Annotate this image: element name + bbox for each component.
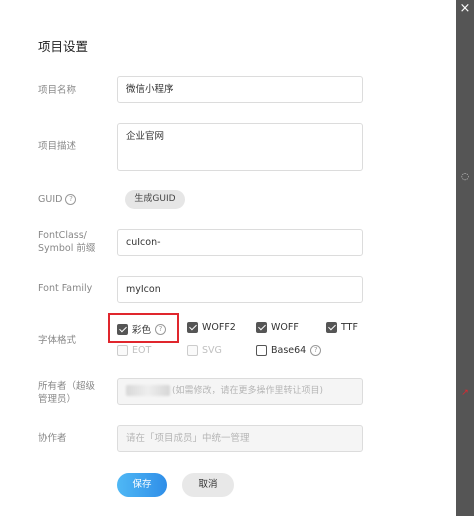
format-eot-label: EOT: [132, 345, 152, 356]
project-name-input[interactable]: 微信小程序: [117, 76, 363, 103]
collaborators-input: 请在「项目成员」中统一管理: [117, 425, 363, 452]
font-class-input[interactable]: cuIcon-: [117, 229, 363, 256]
format-woff2-label: WOFF2: [202, 322, 236, 333]
format-woff-checkbox[interactable]: [256, 322, 267, 333]
background-side-strip: [456, 0, 474, 516]
project-desc-textarea[interactable]: 企业官网: [117, 123, 363, 171]
owner-hint: (如需修改，请在更多操作里转让项目): [172, 386, 324, 396]
collaborators-label: 协作者: [38, 433, 67, 444]
font-class-label-line1: FontClass/: [38, 230, 87, 241]
project-desc-label: 项目描述: [38, 141, 77, 152]
font-family-label: Font Family: [38, 283, 93, 294]
owner-label-line1: 所有者（超级: [38, 381, 96, 392]
font-class-label: FontClass/ Symbol 前缀: [38, 229, 95, 255]
font-class-label-line2: Symbol 前缀: [38, 243, 96, 254]
font-format-label: 字体格式: [38, 335, 77, 346]
format-eot-option: EOT: [117, 345, 151, 356]
format-woff-option[interactable]: WOFF: [256, 322, 299, 333]
format-svg-checkbox: [187, 345, 198, 356]
format-svg-label: SVG: [202, 345, 222, 356]
owner-label-line2: 管理员）: [38, 394, 77, 405]
background-refresh-icon: ◌: [461, 172, 469, 182]
guid-label-text: GUID: [38, 194, 63, 205]
format-ttf-option[interactable]: TTF: [326, 322, 358, 333]
background-link-icon: ↗: [461, 388, 469, 398]
project-settings-dialog: 项目设置 项目名称 微信小程序 项目描述 企业官网 GUID ? 生成GUID …: [0, 0, 456, 516]
format-woff2-option[interactable]: WOFF2: [187, 322, 236, 333]
save-button[interactable]: 保存: [117, 473, 167, 497]
format-base64-label: Base64: [271, 345, 307, 356]
dialog-title: 项目设置: [38, 39, 89, 54]
generate-guid-button[interactable]: 生成GUID: [125, 190, 185, 209]
format-woff-label: WOFF: [271, 322, 299, 333]
owner-redacted-name: [126, 385, 170, 396]
format-eot-checkbox: [117, 345, 128, 356]
format-woff2-checkbox[interactable]: [187, 322, 198, 333]
close-icon[interactable]: ×: [458, 2, 472, 16]
cancel-button[interactable]: 取消: [182, 473, 234, 497]
format-ttf-checkbox[interactable]: [326, 322, 337, 333]
format-ttf-label: TTF: [341, 322, 358, 333]
format-base64-checkbox[interactable]: [256, 345, 267, 356]
project-name-label: 项目名称: [38, 85, 77, 96]
base64-help-icon[interactable]: ?: [310, 345, 322, 356]
owner-input: (如需修改，请在更多操作里转让项目): [117, 378, 363, 405]
guid-label: GUID ?: [38, 193, 77, 206]
guid-help-icon[interactable]: ?: [65, 194, 77, 205]
font-family-input[interactable]: myIcon: [117, 276, 363, 303]
format-svg-option: SVG: [187, 345, 222, 356]
format-base64-option[interactable]: Base64 ?: [256, 345, 322, 356]
color-option-highlight-box: [108, 313, 179, 343]
owner-label: 所有者（超级 管理员）: [38, 380, 95, 406]
